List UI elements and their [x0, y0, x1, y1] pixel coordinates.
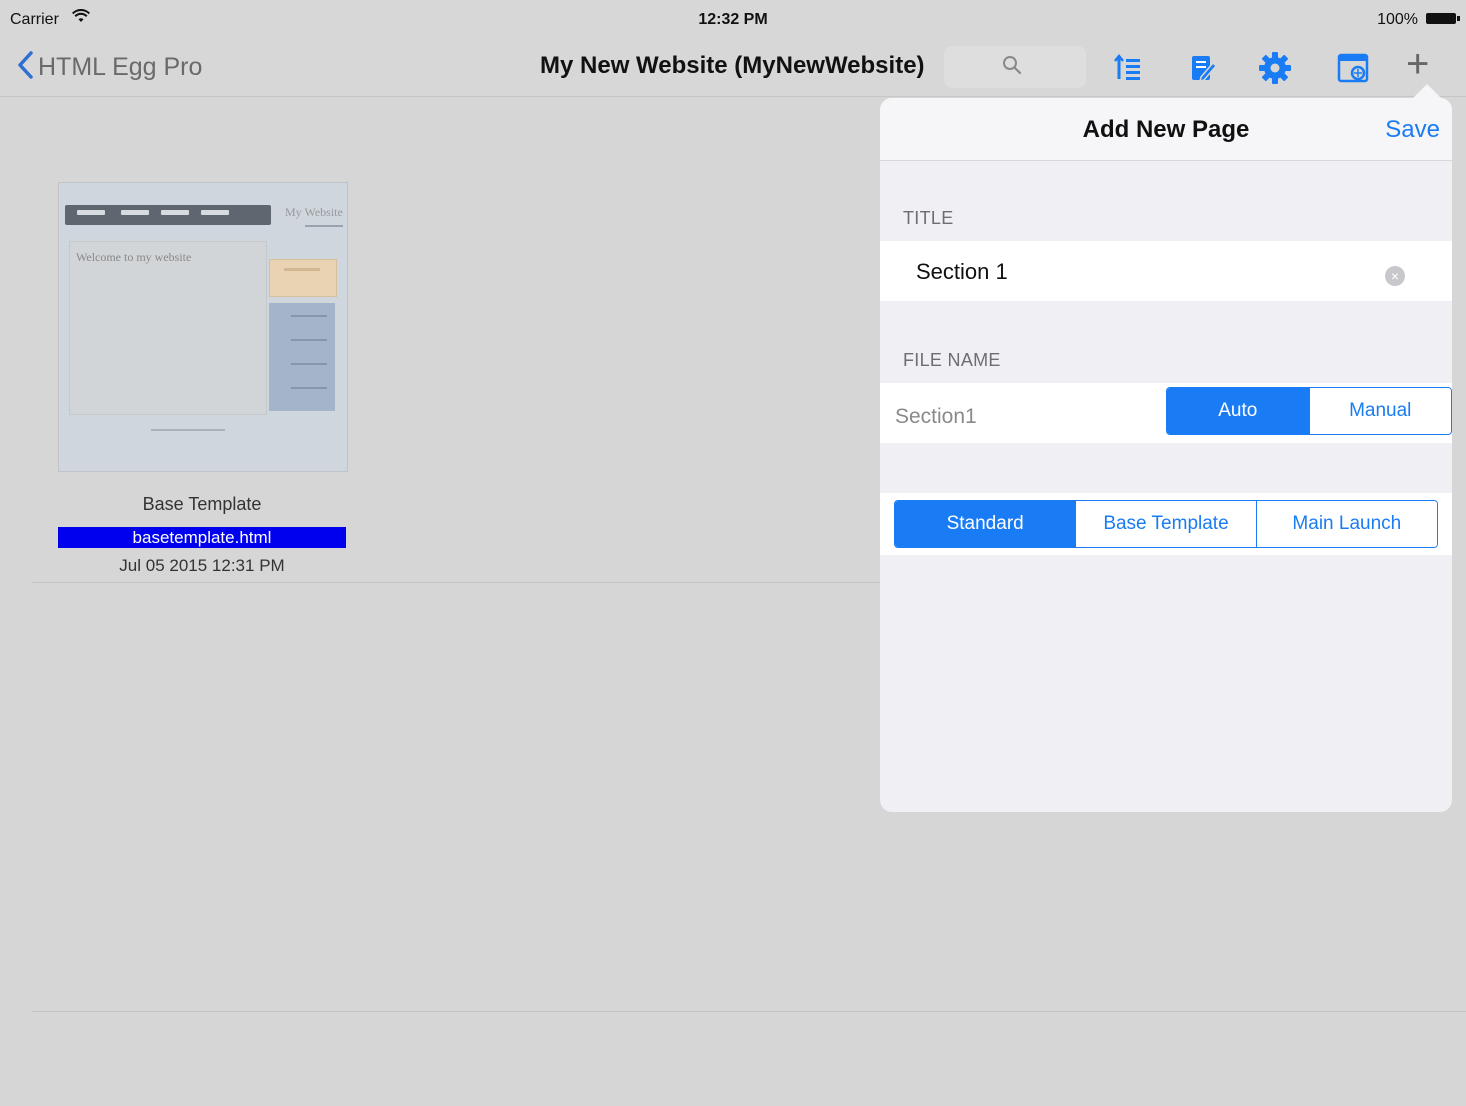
status-bar: Carrier 12:32 PM 100% [0, 0, 1466, 40]
thumbnail-sidebar [269, 303, 335, 411]
outline-icon[interactable] [1108, 48, 1148, 88]
edit-page-icon[interactable] [1182, 48, 1222, 88]
popover-title: Add New Page [1082, 116, 1250, 143]
chevron-left-icon [16, 50, 34, 85]
file-name-field[interactable]: Section1 [895, 405, 977, 429]
search-icon [1002, 55, 1022, 81]
main-launch-segment[interactable]: Main Launch [1255, 501, 1437, 547]
thumbnail-site-title: My Website [285, 205, 343, 219]
clear-icon[interactable]: × [1385, 266, 1405, 286]
navigation-bar: HTML Egg Pro My New Website (MyNewWebsit… [0, 40, 1466, 97]
page-thumbnail[interactable]: My Website Welcome to my website [58, 182, 348, 472]
clock: 12:32 PM [698, 11, 768, 28]
thumbnail-content: Welcome to my website [69, 241, 267, 415]
back-label: HTML Egg Pro [38, 53, 203, 81]
title-cell: × [880, 241, 1452, 301]
battery-percent: 100% [1377, 11, 1418, 28]
standard-segment[interactable]: Standard [895, 501, 1076, 547]
page-title: My New Website (MyNewWebsite) [540, 52, 925, 79]
gear-icon[interactable] [1255, 48, 1295, 88]
page-date: Jul 05 2015 12:31 PM [119, 556, 285, 575]
thumbnail-box [269, 259, 337, 297]
thumbnail-nav-bar [65, 205, 271, 225]
page-name: Base Template [142, 494, 262, 514]
template-control: Standard Base Template Main Launch [894, 500, 1438, 548]
file-name-section-label: FILE NAME [903, 350, 1001, 370]
add-page-popover: Add New Page Save TITLE × FILE NAME Sect… [880, 98, 1452, 812]
save-button[interactable]: Save [1385, 116, 1440, 144]
file-name-mode-control: Auto Manual [1166, 387, 1452, 435]
popover-header: Add New Page Save [880, 98, 1452, 161]
auto-segment[interactable]: Auto [1167, 388, 1309, 434]
search-input[interactable] [944, 46, 1086, 88]
page-file-link[interactable]: basetemplate.html [58, 527, 346, 548]
file-name-cell: Section1 Auto Manual [880, 383, 1452, 443]
divider [32, 1011, 1466, 1012]
manual-segment[interactable]: Manual [1308, 388, 1451, 434]
divider [32, 582, 880, 583]
preview-icon[interactable] [1333, 48, 1373, 88]
base-template-segment[interactable]: Base Template [1075, 501, 1256, 547]
title-section-label: TITLE [903, 208, 954, 228]
add-page-button[interactable]: + [1406, 44, 1429, 84]
battery-icon [1426, 13, 1460, 24]
thumbnail-welcome-text: Welcome to my website [76, 250, 192, 264]
template-cell: Standard Base Template Main Launch [880, 493, 1452, 555]
back-button[interactable]: HTML Egg Pro [16, 50, 202, 85]
title-input[interactable] [916, 259, 1376, 285]
